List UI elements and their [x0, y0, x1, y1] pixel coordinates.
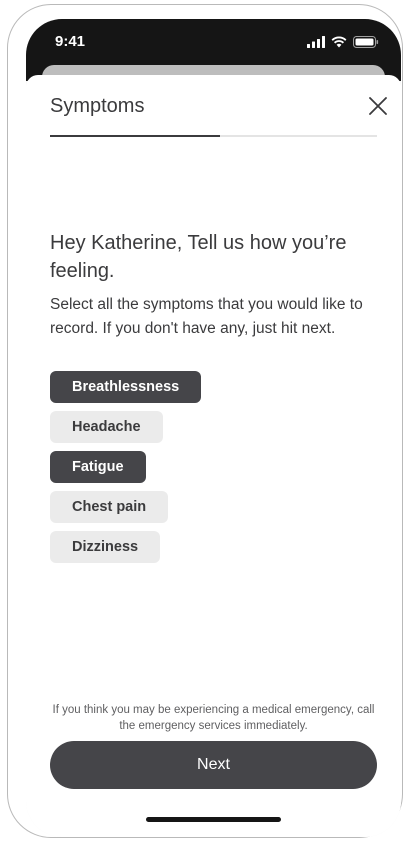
- progress-bar: [50, 135, 377, 137]
- symptom-chip-headache[interactable]: Headache: [50, 411, 163, 443]
- battery-icon: [353, 35, 379, 53]
- symptoms-sheet: Symptoms Hey Katherine, Tell us how you’…: [26, 75, 401, 837]
- wifi-icon: [331, 35, 347, 53]
- phone-frame: 9:41 Symptoms Hey Katherine, Tell us how…: [7, 4, 403, 838]
- progress-bar-fill: [50, 135, 221, 137]
- status-time: 9:41: [55, 33, 86, 50]
- symptom-chip-dizziness[interactable]: Dizziness: [50, 531, 161, 563]
- instructions-text: Select all the symptoms that you would l…: [50, 296, 363, 337]
- page-title: Symptoms: [50, 95, 145, 117]
- emergency-disclaimer: If you think you may be experiencing a m…: [52, 704, 375, 732]
- close-icon: [369, 97, 387, 115]
- symptom-chip-chest-pain[interactable]: Chest pain: [50, 491, 169, 523]
- phone-screen: 9:41 Symptoms Hey Katherine, Tell us how…: [26, 19, 401, 837]
- close-button[interactable]: [365, 93, 391, 119]
- cellular-signal-icon: [307, 35, 325, 53]
- symptom-chip-list: Breathlessness Headache Fatigue Chest pain D…: [50, 371, 202, 563]
- status-icons: [307, 35, 379, 53]
- greeting-heading: Hey Katherine, Tell us how you’re feelin…: [50, 232, 347, 282]
- home-indicator: [146, 817, 281, 822]
- symptom-chip-fatigue[interactable]: Fatigue: [50, 451, 146, 483]
- symptom-chip-breathlessness[interactable]: Breathlessness: [50, 371, 202, 403]
- next-button[interactable]: Next: [50, 741, 377, 789]
